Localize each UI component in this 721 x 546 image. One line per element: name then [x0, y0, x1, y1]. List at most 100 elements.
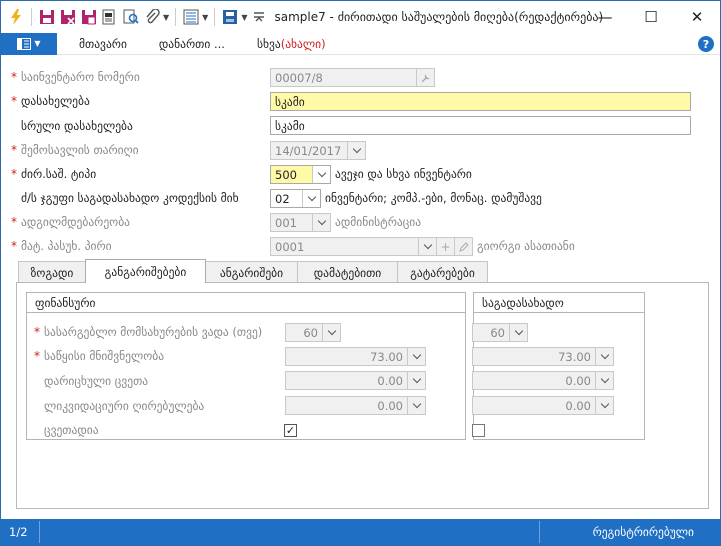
attach-dropdown-icon[interactable]: ▼ [163, 13, 169, 22]
responsible-field[interactable]: 0001 + [270, 237, 473, 256]
menu-attachment[interactable]: დანართი ... [155, 37, 229, 51]
name-label: დასახელება [21, 94, 90, 108]
depreciation-field[interactable]: 0.00 [285, 371, 426, 390]
useful-life-field[interactable]: 60 [285, 323, 341, 342]
responsible-value: 0001 [275, 239, 305, 254]
list-icon[interactable] [182, 8, 200, 26]
chevron-down-icon[interactable] [407, 372, 425, 389]
add-icon[interactable]: + [436, 238, 454, 255]
tax-useful-life-field[interactable]: 60 [472, 323, 528, 342]
tab-general[interactable]: ზოგადი [18, 261, 86, 283]
lightning-icon[interactable] [7, 8, 25, 26]
menu-other-label: სხვა [256, 36, 281, 51]
chevron-down-icon[interactable] [322, 324, 340, 341]
useful-life-value: 60 [303, 325, 318, 340]
location-value: 001 [275, 215, 297, 230]
help-icon[interactable]: ? [698, 36, 714, 52]
entry-date-value: 14/01/2017 [275, 143, 342, 158]
location-field[interactable]: 001 [270, 213, 331, 232]
chevron-down-icon[interactable] [595, 397, 613, 414]
chevron-down-icon[interactable] [418, 238, 436, 255]
entry-date-field[interactable]: 14/01/2017 [270, 141, 366, 160]
location-description: ადმინისტრაცია [335, 215, 422, 229]
location-label: ადგილმდებარეობა [21, 215, 130, 229]
toolbar-separator [31, 8, 32, 26]
initial-value-field[interactable]: 73.00 [285, 347, 426, 366]
tax-initial-value-field[interactable]: 73.00 [472, 347, 614, 366]
minimize-button[interactable]: — [582, 1, 628, 33]
chevron-down-icon[interactable] [595, 372, 613, 389]
app-menu-button[interactable]: ▼ [1, 32, 57, 55]
save-copy-icon[interactable] [80, 8, 98, 26]
chevron-down-icon[interactable] [407, 397, 425, 414]
name-field[interactable]: სკამი [270, 92, 691, 111]
title-menu-icon[interactable] [250, 8, 268, 26]
list-dropdown-icon[interactable]: ▼ [202, 13, 208, 22]
full-name-row: სრული დასახელება [11, 116, 133, 136]
inventory-number-label: საინვენტარო ნომერი [21, 70, 140, 84]
close-button[interactable]: ✕ [674, 1, 720, 33]
menu-other[interactable]: სხვა(ახალი) [253, 37, 330, 51]
tab-bar: ზოგადი განგარიშებები ანგარიშები დამატები… [18, 259, 488, 283]
wrench-icon[interactable] [416, 69, 434, 86]
depreciable-checkbox[interactable]: ✓ [284, 424, 297, 437]
required-marker: * [11, 94, 17, 108]
tax-group-description: ინვენტარი; კომპ.-ები, მონაც. დამუშავე [325, 191, 542, 205]
location-row: * ადგილმდებარეობა [11, 212, 130, 232]
depreciation-label: დარიცხული ცვეთა [44, 374, 149, 388]
print-dropdown-icon[interactable]: ▼ [241, 13, 247, 22]
name-row: * დასახელება [11, 91, 90, 111]
depreciable-row: ცვეთადია [34, 420, 99, 440]
tax-group-field[interactable]: 02 [270, 189, 321, 208]
chevron-down-icon[interactable] [347, 142, 365, 159]
app-menu-caret-icon: ▼ [34, 39, 41, 48]
tax-group-label: ძ/ს ჯგუფი საგადასახადო კოდექსის მიხ [21, 191, 239, 205]
required-marker: * [11, 143, 17, 157]
attach-icon[interactable] [143, 8, 161, 26]
liquidation-label: ლიკვიდაციური ღირებულება [44, 399, 205, 413]
edit-icon[interactable] [454, 238, 472, 255]
document-icon[interactable] [101, 8, 119, 26]
status-bar: 1/2 რეგისტრირებული [1, 519, 720, 545]
tax-initial-value-value: 73.00 [558, 349, 591, 364]
print-icon[interactable] [221, 8, 239, 26]
required-marker: * [11, 215, 17, 229]
required-marker: * [11, 70, 17, 84]
tab-accounts[interactable]: ანგარიშები [205, 261, 298, 283]
chevron-down-icon[interactable] [312, 214, 330, 231]
chevron-down-icon[interactable] [407, 348, 425, 365]
responsible-label: მატ. პასუხ. პირი [21, 239, 112, 253]
inventory-number-row: * საინვენტარო ნომერი [11, 67, 140, 87]
tab-calculations[interactable]: განგარიშებები [85, 259, 206, 283]
depreciation-row: დარიცხული ცვეთა [34, 371, 148, 391]
initial-value-value: 73.00 [370, 349, 403, 364]
chevron-down-icon[interactable] [595, 348, 613, 365]
search-icon[interactable] [122, 8, 140, 26]
tab-postings[interactable]: გატარებები [397, 261, 488, 283]
inventory-number-field[interactable]: 00007/8 [270, 68, 435, 87]
chevron-down-icon[interactable] [312, 166, 330, 183]
depreciation-value: 0.00 [377, 373, 403, 388]
responsible-description: გიორგი ასათიანი [477, 239, 575, 253]
save-icon[interactable] [38, 8, 56, 26]
tax-depreciable-checkbox[interactable] [472, 424, 485, 437]
tax-liquidation-field[interactable]: 0.00 [472, 396, 614, 415]
useful-life-row: * სასარგებლო მომსახურების ვადა (თვე) [34, 322, 262, 342]
tax-useful-life-value: 60 [490, 325, 505, 340]
menu-main[interactable]: მთავარი [75, 37, 131, 51]
save-close-icon[interactable] [59, 8, 77, 26]
chevron-down-icon[interactable] [509, 324, 527, 341]
tab-additional[interactable]: დამატებითი [297, 261, 398, 283]
responsible-row: * მატ. პასუხ. პირი [11, 236, 112, 256]
chevron-down-icon[interactable] [302, 190, 320, 207]
toolbar-separator [214, 8, 216, 26]
liquidation-field[interactable]: 0.00 [285, 396, 426, 415]
quick-access-toolbar: ▼ ▼ ▼ [1, 8, 268, 26]
asset-type-label: ძირ.საშ. ტიპი [21, 167, 97, 181]
asset-type-row: * ძირ.საშ. ტიპი [11, 164, 96, 184]
maximize-button[interactable]: ☐ [628, 1, 674, 33]
tax-depreciation-field[interactable]: 0.00 [472, 371, 614, 390]
full-name-field[interactable]: სკამი [270, 116, 691, 135]
asset-type-field[interactable]: 500 [270, 165, 331, 184]
financial-group: ფინანსური [26, 292, 466, 440]
